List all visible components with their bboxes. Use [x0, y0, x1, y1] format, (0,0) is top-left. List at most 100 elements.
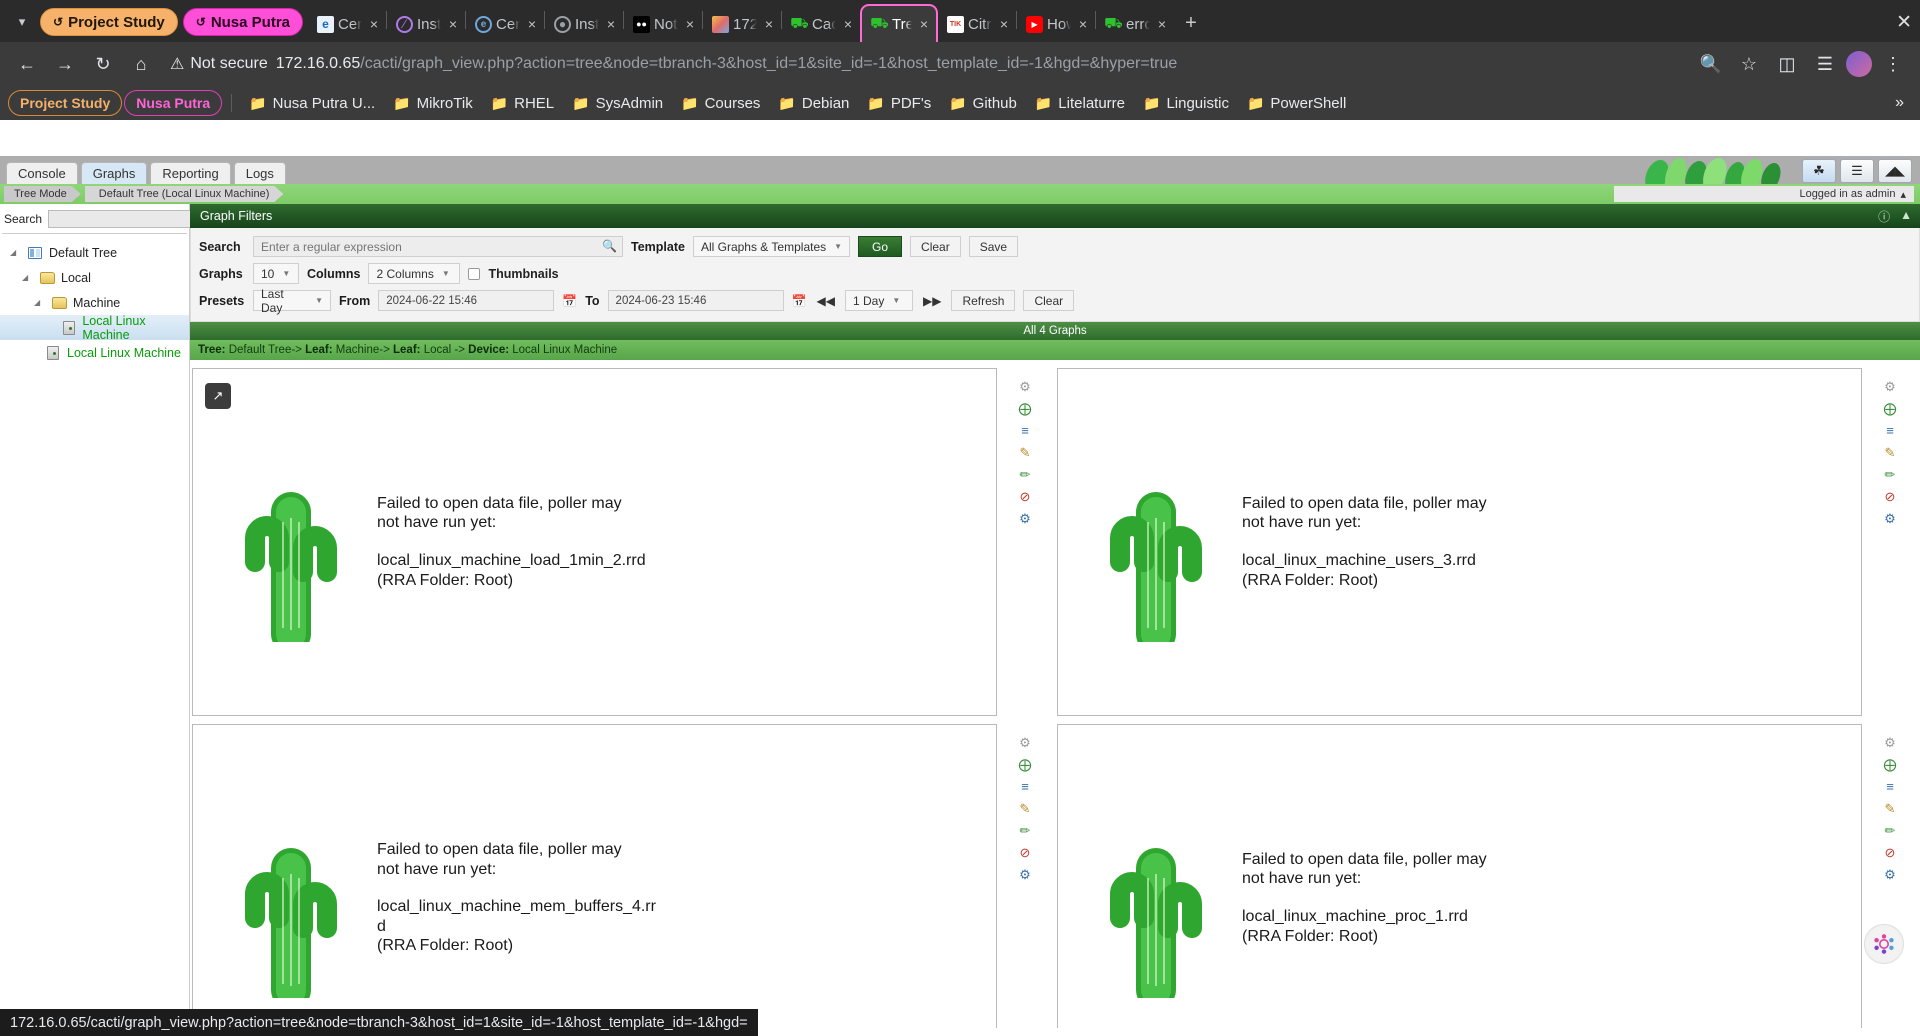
tab-cent-1[interactable]: e Cent × — [308, 6, 386, 42]
window-close-button[interactable]: ✕ — [1896, 11, 1912, 34]
tab-erro[interactable]: ⛟ erro × — [1096, 6, 1174, 42]
bookmark-project-study[interactable]: Project Study — [8, 90, 123, 116]
tab-close-icon[interactable]: × — [996, 16, 1012, 32]
graphs-count-select[interactable]: 10 ▼ — [253, 263, 299, 284]
graph-settings-gear-icon[interactable]: ⚙ — [1882, 734, 1899, 751]
thumbnails-checkbox[interactable] — [468, 267, 481, 280]
graph-utility-icon[interactable]: ⚙ — [1017, 866, 1034, 883]
tab-172[interactable]: 172. × — [703, 6, 781, 42]
template-select[interactable]: All Graphs & Templates ▼ — [692, 236, 851, 257]
tab-cent-2[interactable]: e Cent × — [466, 6, 544, 42]
graph-panel-load-1min[interactable]: ↗ Failed to open data file, poller may n… — [192, 368, 997, 716]
expand-arrows-icon[interactable]: ↗ — [205, 383, 231, 409]
tab-close-icon[interactable]: × — [445, 16, 461, 32]
disable-graph-icon[interactable]: ⊘ — [1017, 488, 1034, 505]
from-date-input[interactable]: 2024-06-22 15:46 — [378, 290, 555, 311]
not-secure-indicator[interactable]: ⚠ Not secure — [170, 54, 268, 74]
tab-close-icon[interactable]: × — [682, 16, 698, 32]
profile-avatar-icon[interactable] — [1846, 51, 1872, 77]
preview-view-icon[interactable]: ◢◣ — [1878, 159, 1912, 183]
tab-citra[interactable]: TIK Citra × — [938, 6, 1016, 42]
disable-graph-icon[interactable]: ⊘ — [1017, 844, 1034, 861]
bookmark-folder-courses[interactable]: 📁 Courses — [673, 90, 768, 116]
graph-panel-mem-buffers[interactable]: Failed to open data file, poller may not… — [192, 724, 997, 1028]
edit-page-icon[interactable]: ✎ — [1017, 800, 1034, 817]
list-view-icon[interactable]: ☰ — [1840, 159, 1874, 183]
csv-export-icon[interactable]: ≡ — [1882, 422, 1899, 439]
bookmark-folder-debian[interactable]: 📁 Debian — [770, 90, 857, 116]
graph-settings-gear-icon[interactable]: ⚙ — [1882, 378, 1899, 395]
search-input[interactable] — [253, 236, 623, 257]
add-graph-icon[interactable]: ⨁ — [1882, 756, 1899, 773]
disable-graph-icon[interactable]: ⊘ — [1882, 488, 1899, 505]
edit-page-icon[interactable]: ✎ — [1017, 444, 1034, 461]
bookmark-folder-nusa-putra-u[interactable]: 📁 Nusa Putra U... — [241, 90, 383, 116]
bookmark-star-icon[interactable]: ☆ — [1732, 47, 1766, 81]
presets-select[interactable]: Last Day ▼ — [253, 287, 331, 315]
magnifier-icon[interactable]: 🔍 — [602, 239, 617, 253]
bookmark-folder-powershell[interactable]: 📁 PowerShell — [1239, 90, 1354, 116]
tab-insta-2[interactable]: ● Inst × — [545, 6, 623, 42]
help-chat-fab[interactable] — [1864, 924, 1904, 964]
bookmark-folder-github[interactable]: 📁 Github — [941, 90, 1025, 116]
calendar-icon[interactable]: 📅 — [562, 294, 577, 308]
add-graph-icon[interactable]: ⨁ — [1017, 400, 1034, 417]
browser-menu-icon[interactable]: ⋮ — [1876, 47, 1910, 81]
calendar-icon[interactable]: 📅 — [792, 294, 807, 308]
tab-close-icon[interactable]: × — [1075, 16, 1091, 32]
csv-export-icon[interactable]: ≡ — [1017, 422, 1034, 439]
refresh-button[interactable]: Refresh — [951, 290, 1016, 311]
tab-close-icon[interactable]: × — [1154, 16, 1170, 32]
edit-graph-icon[interactable]: ✏ — [1017, 466, 1034, 483]
nav-tab-graphs[interactable]: Graphs — [80, 162, 148, 184]
graph-utility-icon[interactable]: ⚙ — [1882, 866, 1899, 883]
breadcrumb-tree-mode[interactable]: Tree Mode — [4, 186, 81, 202]
disable-graph-icon[interactable]: ⊘ — [1882, 844, 1899, 861]
edit-page-icon[interactable]: ✎ — [1882, 800, 1899, 817]
breadcrumb-default-tree[interactable]: Default Tree (Local Linux Machine) — [85, 186, 284, 202]
tree-node-local-linux-machine[interactable]: Local Linux Machine — [0, 340, 189, 365]
nav-tab-logs[interactable]: Logs — [233, 162, 286, 184]
tab-search-caret-icon[interactable]: ▾ — [4, 5, 40, 39]
twisty-icon[interactable]: ◢ — [22, 273, 33, 282]
bookmark-nusa-putra[interactable]: Nusa Putra — [124, 90, 223, 116]
collapse-icon[interactable]: ▲ — [1900, 208, 1912, 225]
tab-close-icon[interactable]: × — [840, 16, 856, 32]
graph-settings-gear-icon[interactable]: ⚙ — [1017, 734, 1034, 751]
home-button[interactable]: ⌂ — [124, 47, 158, 81]
search-icon[interactable]: 🔍 — [1694, 47, 1728, 81]
tab-close-icon[interactable]: × — [761, 16, 777, 32]
graph-utility-icon[interactable]: ⚙ — [1017, 510, 1034, 527]
csv-export-icon[interactable]: ≡ — [1882, 778, 1899, 795]
twisty-icon[interactable]: ◢ — [34, 298, 45, 307]
to-date-input[interactable]: 2024-06-23 15:46 — [607, 290, 784, 311]
logged-in-status[interactable]: Logged in as admin ▴ — [1614, 186, 1914, 202]
shift-forward-icon[interactable]: ▶▶ — [921, 294, 943, 308]
address-bar[interactable]: ⚠ Not secure 172.16.0.65/cacti/graph_vie… — [170, 48, 1682, 80]
edit-graph-icon[interactable]: ✏ — [1882, 466, 1899, 483]
bookmark-folder-litelaturre[interactable]: 📁 Litelaturre — [1027, 90, 1133, 116]
tree-node-default-tree[interactable]: ◢ Default Tree — [0, 240, 189, 265]
columns-select[interactable]: 2 Columns ▼ — [368, 263, 461, 284]
edit-graph-icon[interactable]: ✏ — [1882, 822, 1899, 839]
bookmark-folder-mikrotik[interactable]: 📁 MikroTik — [385, 90, 481, 116]
graph-settings-gear-icon[interactable]: ⚙ — [1017, 378, 1034, 395]
graph-panel-proc[interactable]: Failed to open data file, poller may not… — [1057, 724, 1862, 1028]
tab-cacti[interactable]: ⛟ Cac × — [782, 6, 860, 42]
tree-view-icon[interactable]: ☘ — [1802, 159, 1836, 183]
graph-utility-icon[interactable]: ⚙ — [1882, 510, 1899, 527]
pinned-tab-project-study[interactable]: ↺ Project Study — [40, 8, 178, 36]
edit-page-icon[interactable]: ✎ — [1882, 444, 1899, 461]
tab-notion[interactable]: ●● Not × — [624, 6, 702, 42]
pinned-tab-nusa-putra[interactable]: ↺ Nusa Putra — [182, 8, 304, 36]
bookmark-folder-pdfs[interactable]: 📁 PDF's — [859, 90, 939, 116]
tab-close-icon[interactable]: × — [366, 16, 382, 32]
nav-tab-reporting[interactable]: Reporting — [150, 162, 231, 184]
new-tab-button[interactable]: + — [1174, 7, 1208, 39]
reload-button[interactable]: ↻ — [86, 47, 120, 81]
clear-presets-button[interactable]: Clear — [1023, 290, 1075, 311]
sidebar-search-input[interactable] — [48, 210, 201, 228]
add-graph-icon[interactable]: ⨁ — [1882, 400, 1899, 417]
twisty-icon[interactable]: ◢ — [10, 248, 21, 257]
tab-close-icon[interactable]: × — [603, 16, 619, 32]
